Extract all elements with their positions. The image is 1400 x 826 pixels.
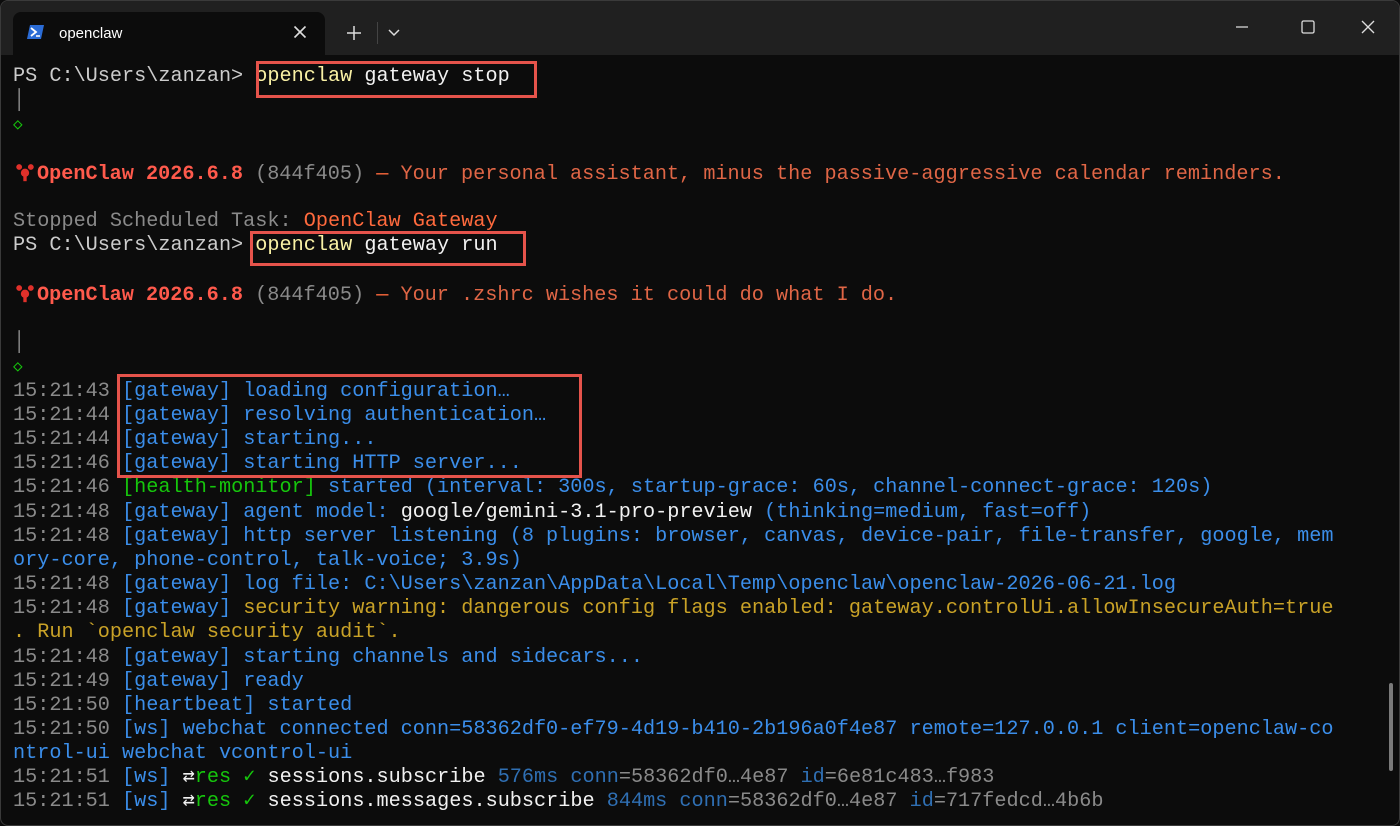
timestamp: 15:21:46 [13,476,110,499]
timestamp: 15:21:48 [13,646,110,669]
highlight-run-command [250,231,526,266]
stopped-text: Stopped Scheduled Task: [13,210,304,233]
terminal-window: openclaw PS C:\Users\zanzan> openclaw ga… [0,0,1400,826]
task-name: OpenClaw Gateway [303,210,498,233]
warning-text: security warning: dangerous config flags… [231,597,1334,620]
log-text: [gateway] agent model: [122,501,401,524]
commit-hash: (844f405) [255,163,365,186]
ws-connect-line: 15:21:50 [ws] webchat connected conn=583… [13,718,1334,742]
lobster-icon [16,164,34,182]
conn-key: conn [667,790,728,813]
tab-label: openclaw [59,25,123,42]
log-text: [gateway] log file: C:\Users\zanzan\AppD… [122,573,1177,596]
brand-name: OpenClaw [37,163,134,186]
tab-openclaw[interactable]: openclaw [13,12,325,55]
ws-res-line: 15:21:51 [ws] ⇄res ✓ sessions.subscribe … [13,766,994,790]
health-monitor-line: 15:21:46 [health-monitor] started (inter… [13,476,1212,500]
dash: — [364,163,401,186]
lobster-icon [16,285,34,303]
log-text: (thinking=medium, fast=off) [752,501,1092,524]
tagline: Your .zshrc wishes it could do what I do… [400,284,898,307]
prompt: PS C:\Users\zanzan> [13,65,256,88]
id-key: id [788,766,825,789]
prompt: PS C:\Users\zanzan> [13,234,256,257]
close-icon[interactable] [289,21,311,43]
id-key: id [897,790,934,813]
tree-bar: │ [13,331,26,354]
security-warning-wrap: . Run `openclaw security audit`. [13,621,401,644]
diamond-icon: ◇ [13,116,23,134]
log-tag: [health-monitor] [122,476,316,499]
scrollbar-thumb[interactable] [1389,683,1393,771]
exchange-icon: ⇄ [182,790,195,813]
model-name: google/gemini-3.1-pro-preview [400,501,753,524]
timestamp: 15:21:43 [13,380,110,403]
ws-connect-wrap: ntrol-ui webchat vcontrol-ui [13,742,353,765]
res-status: res ✓ [194,766,268,789]
log-line: 15:21:49 [gateway] ready [13,670,304,694]
log-text: [gateway] starting channels and sidecars… [122,646,643,669]
timestamp: 15:21:51 [13,790,110,813]
id-value: =717fedcd…4b6b [933,790,1104,813]
timestamp: 15:21:44 [13,428,110,451]
http-line-wrap: ory-core, phone-control, talk-voice; 3.9… [13,549,522,572]
highlight-stop-command [256,61,537,98]
timestamp: 15:21:46 [13,452,110,475]
conn-value: =58362df0…4e87 [727,790,898,813]
method-name: sessions.messages.subscribe [267,790,595,813]
duration: 844ms [594,790,668,813]
conn-key: conn [558,766,619,789]
log-text: [gateway] ready [122,670,304,693]
timestamp: 15:21:48 [13,501,110,524]
tree-bar: │ [13,89,26,112]
res-status: res ✓ [194,790,268,813]
log-tag: [gateway] [122,597,232,620]
powershell-icon [27,25,44,39]
maximize-icon[interactable] [1285,9,1331,45]
chevron-down-icon[interactable] [383,20,405,46]
banner-line-2: OpenClaw 2026.6.8 (844f405) — Your .zshr… [13,283,897,307]
timestamp: 15:21:51 [13,766,110,789]
title-bar: openclaw [1,1,1399,55]
highlight-startup-logs [117,374,582,478]
timestamp: 15:21:49 [13,670,110,693]
diamond-icon: ◇ [13,358,23,376]
conn-value: =58362df0…4e87 [618,766,789,789]
http-line: 15:21:48 [gateway] http server listening… [13,525,1334,549]
id-value: =6e81c483…f983 [824,766,995,789]
tagline: Your personal assistant, minus the passi… [400,163,1285,186]
timestamp: 15:21:48 [13,573,110,596]
duration: 576ms [485,766,559,789]
close-window-icon[interactable] [1345,9,1391,45]
commit-hash: (844f405) [255,284,365,307]
tab-separator [377,22,378,44]
log-text: [gateway] http server listening (8 plugi… [122,525,1334,548]
ws-res-line: 15:21:51 [ws] ⇄res ✓ sessions.messages.s… [13,790,1103,814]
log-text: [ws] webchat connected conn=58362df0-ef7… [122,718,1334,741]
brand-name: OpenClaw [37,284,134,307]
log-tag: [ws] [122,790,183,813]
log-text: [heartbeat] started [122,694,353,717]
method-name: sessions.subscribe [267,766,486,789]
version: 2026.6.8 [133,163,256,186]
minimize-icon[interactable] [1219,9,1265,45]
log-line: 15:21:48 [gateway] starting channels and… [13,646,643,670]
log-file-line: 15:21:48 [gateway] log file: C:\Users\za… [13,573,1176,597]
timestamp: 15:21:44 [13,404,110,427]
dash: — [364,284,401,307]
log-text: started (interval: 300s, startup-grace: … [315,476,1213,499]
timestamp: 15:21:48 [13,525,110,548]
banner-line-1: OpenClaw 2026.6.8 (844f405) — Your perso… [13,162,1285,186]
exchange-icon: ⇄ [182,766,195,789]
log-line: 15:21:50 [heartbeat] started [13,694,352,718]
new-tab-plus-icon[interactable] [341,20,367,46]
timestamp: 15:21:48 [13,597,110,620]
terminal-output[interactable]: PS C:\Users\zanzan> openclaw gateway sto… [1,55,1399,825]
timestamp: 15:21:50 [13,718,110,741]
security-warning-line: 15:21:48 [gateway] security warning: dan… [13,597,1334,621]
agent-model-line: 15:21:48 [gateway] agent model: google/g… [13,501,1091,525]
timestamp: 15:21:50 [13,694,110,717]
version: 2026.6.8 [133,284,256,307]
log-tag: [ws] [122,766,183,789]
